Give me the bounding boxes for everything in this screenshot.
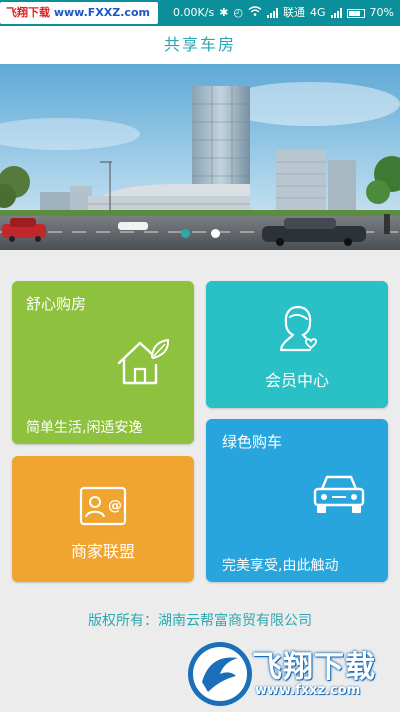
- battery-icon: [346, 8, 365, 18]
- merchant-card-icon: @: [79, 486, 127, 530]
- svg-text:@: @: [108, 498, 122, 514]
- battery-percent: 70%: [369, 6, 394, 19]
- carousel-dot-2[interactable]: [211, 229, 220, 238]
- house-leaf-icon: [116, 337, 170, 391]
- watermark-url: www.FXXZ.com: [53, 6, 150, 19]
- alarm-icon: ◴: [233, 6, 244, 19]
- female-user-heart-icon: [276, 303, 320, 357]
- tile-member-center-title: 会员中心: [264, 371, 329, 390]
- tile-buy-house[interactable]: 舒心购房 简单生活,闲适安逸: [12, 281, 194, 444]
- status-bar: 飞翔下载 www.FXXZ.com 0.00K/s ✱ ◴ 联通 4G 70%: [0, 0, 400, 26]
- car-icon: [312, 471, 366, 521]
- banner-carousel[interactable]: [0, 64, 400, 250]
- watermark-site: www.fxxz.com: [255, 683, 361, 698]
- page-title: 共享车房: [163, 35, 236, 54]
- bluetooth-icon: ✱: [219, 6, 229, 19]
- tile-merchant-alliance[interactable]: @ 商家联盟: [12, 456, 194, 582]
- net-speed: 0.00K/s: [173, 6, 215, 19]
- copyright-text: 版权所有：湖南云帮富商贸有限公司: [88, 613, 312, 629]
- tile-buy-car-title: 绿色购车: [222, 433, 283, 451]
- watermark-badge: 飞翔下载 www.FXXZ.com: [0, 2, 158, 24]
- watermark-brand: 飞翔下载: [6, 6, 50, 19]
- title-bar: 共享车房: [0, 26, 400, 64]
- network-type: 4G: [310, 6, 326, 19]
- banner-image: [0, 64, 400, 250]
- tile-buy-car-subtitle: 完美享受,由此触动: [222, 558, 339, 574]
- wifi-icon: [248, 0, 262, 26]
- carousel-dot-1[interactable]: [181, 229, 190, 238]
- signal-icon: [267, 8, 279, 18]
- carousel-indicators: [0, 229, 400, 239]
- tile-merchant-alliance-title: 商家联盟: [70, 542, 135, 561]
- tile-buy-house-title: 舒心购房: [26, 295, 87, 313]
- carrier-label: 联通: [283, 6, 306, 19]
- signal-icon-2: [330, 8, 342, 18]
- tile-member-center[interactable]: 会员中心: [206, 281, 388, 408]
- tile-buy-house-subtitle: 简单生活,闲适安逸: [26, 420, 143, 436]
- watermark-name: 飞翔下载: [252, 650, 376, 685]
- tile-buy-car[interactable]: 绿色购车 完美享受,由此触动: [206, 419, 388, 582]
- status-icons: 0.00K/s ✱ ◴ 联通 4G 70%: [173, 0, 394, 26]
